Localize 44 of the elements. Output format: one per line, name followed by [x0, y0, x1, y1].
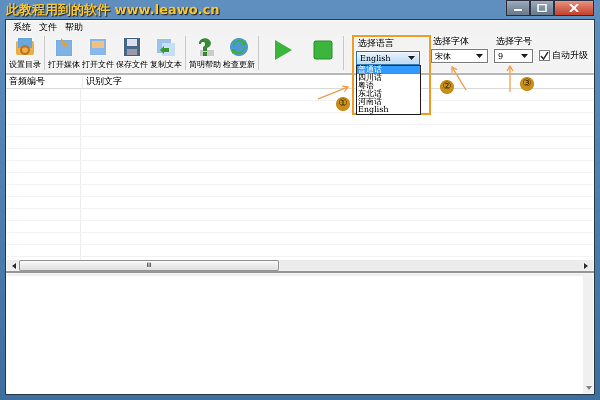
dropdown[interactable]: 9: [494, 49, 533, 63]
minimize-button[interactable]: [506, 0, 530, 16]
auto-upgrade-checkbox[interactable]: 自动升级: [539, 49, 588, 62]
checkmark-icon: [540, 51, 549, 60]
copy-text-icon: [155, 36, 177, 58]
toolbar-button[interactable]: 保存文件: [115, 35, 149, 70]
stop-icon: [313, 40, 333, 60]
dropdown-option[interactable]: 河南话: [357, 98, 420, 106]
field-label: 选择语言: [357, 38, 395, 51]
toolbar-button[interactable]: 打开媒体: [47, 35, 81, 70]
column-header[interactable]: 音频编号: [6, 75, 83, 88]
image-file-icon: [87, 36, 109, 58]
close-button[interactable]: [554, 0, 594, 16]
caret-icon: [521, 54, 528, 58]
dropdown[interactable]: 宋体: [431, 49, 488, 63]
caret-icon: [476, 54, 483, 58]
dropdown[interactable]: English: [356, 51, 420, 65]
folder-icon: [14, 36, 36, 58]
field-label: 选择字体: [432, 36, 470, 49]
dropdown-list[interactable]: 普通话 四川话 粤语 东北话 河南话 English: [356, 65, 421, 115]
toolbar-button[interactable]: 简明帮助: [188, 35, 222, 70]
vertical-scrollbar[interactable]: [583, 276, 594, 394]
toolbar-button[interactable]: 检查更新: [222, 35, 256, 70]
dropdown-option[interactable]: English: [357, 106, 420, 114]
caret-icon: [408, 56, 415, 60]
dropdown-option[interactable]: 东北话: [357, 90, 420, 98]
field-label: 选择字号: [495, 36, 533, 49]
close-icon: [569, 4, 579, 12]
toolbar-button[interactable]: 打开文件: [81, 35, 115, 70]
window-title: 此教程用到的软件 www.leawo.cn: [6, 2, 220, 18]
maximize-button[interactable]: [530, 0, 554, 16]
scroll-down-icon: [586, 386, 592, 390]
globe-refresh-icon: [228, 36, 250, 58]
media-icon: [53, 36, 75, 58]
column-header[interactable]: 识别文字: [83, 75, 122, 88]
toolbar-button[interactable]: 设置目录: [8, 35, 42, 70]
menu-item[interactable]: 帮助: [61, 20, 87, 34]
dropdown-option[interactable]: 粤语: [357, 82, 420, 90]
maximize-icon: [537, 4, 547, 12]
dropdown-option[interactable]: 四川话: [357, 74, 420, 82]
menu-item[interactable]: 系统: [9, 20, 35, 34]
menu-item[interactable]: 文件: [35, 20, 61, 34]
play-icon: [273, 39, 293, 61]
toolbar-button[interactable]: 复制文本: [149, 35, 183, 70]
